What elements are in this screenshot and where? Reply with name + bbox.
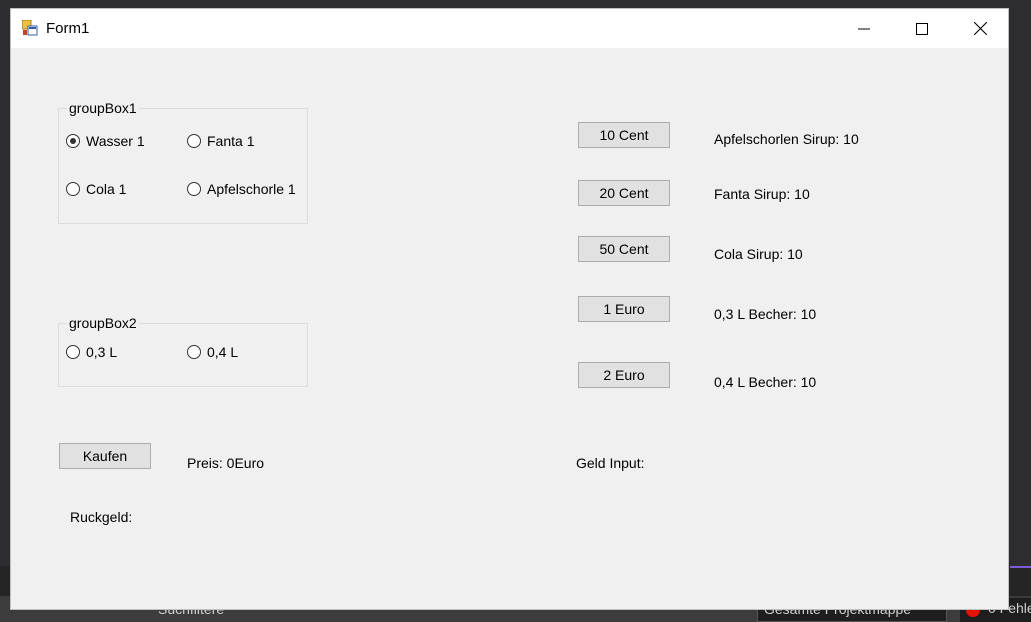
radio-cola[interactable]: Cola 1 bbox=[66, 181, 126, 197]
preis-label: Preis: 0Euro bbox=[187, 455, 265, 471]
radio-0-4-l[interactable]: 0,4 L bbox=[187, 344, 238, 360]
maximize-icon bbox=[916, 22, 928, 35]
window-title: Form1 bbox=[46, 20, 90, 37]
radio-0-3-l[interactable]: 0,3 L bbox=[66, 344, 117, 360]
radio-0-4-l-label: 0,4 L bbox=[207, 344, 239, 360]
ide-accent-line bbox=[1010, 566, 1031, 568]
coin-10-cent-button[interactable]: 10 Cent bbox=[578, 122, 670, 148]
radio-0-3-l-label: 0,3 L bbox=[86, 344, 118, 360]
radio-wasser[interactable]: Wasser 1 bbox=[66, 133, 145, 149]
radio-checked-indicator bbox=[66, 134, 80, 148]
ruckgeld-label: Ruckgeld: bbox=[70, 509, 133, 525]
radio-indicator bbox=[187, 182, 201, 196]
form-window: Form1 groupBox1 Wasser 1 Fanta 1 Cola 1 … bbox=[10, 8, 1009, 610]
groupbox1-title: groupBox1 bbox=[67, 100, 139, 116]
geld-input-label: Geld Input: bbox=[576, 455, 645, 471]
size-groupbox: groupBox2 0,3 L 0,4 L bbox=[58, 315, 308, 387]
title-bar[interactable]: Form1 bbox=[11, 9, 1008, 48]
radio-fanta[interactable]: Fanta 1 bbox=[187, 133, 254, 149]
stock-apfelschorle-label: Apfelschorlen Sirup: 10 bbox=[714, 131, 859, 147]
stock-cup-0-3-label: 0,3 L Becher: 10 bbox=[714, 306, 817, 322]
close-icon bbox=[973, 22, 987, 35]
radio-wasser-label: Wasser 1 bbox=[86, 133, 145, 149]
coin-20-cent-button[interactable]: 20 Cent bbox=[578, 180, 670, 206]
drink-groupbox: groupBox1 Wasser 1 Fanta 1 Cola 1 Apfels… bbox=[58, 100, 308, 224]
radio-cola-label: Cola 1 bbox=[86, 181, 127, 197]
coin-2-euro-button[interactable]: 2 Euro bbox=[578, 362, 670, 388]
stock-fanta-label: Fanta Sirup: 10 bbox=[714, 186, 810, 202]
app-icon bbox=[22, 20, 38, 36]
minimize-icon bbox=[858, 28, 870, 29]
kaufen-button[interactable]: Kaufen bbox=[59, 443, 151, 469]
radio-indicator bbox=[187, 134, 201, 148]
radio-apfelschorle-label: Apfelschorle 1 bbox=[207, 181, 296, 197]
radio-fanta-label: Fanta 1 bbox=[207, 133, 255, 149]
close-button[interactable] bbox=[957, 9, 1003, 48]
maximize-button[interactable] bbox=[899, 9, 945, 48]
radio-apfelschorle[interactable]: Apfelschorle 1 bbox=[187, 181, 296, 197]
stock-cup-0-4-label: 0,4 L Becher: 10 bbox=[714, 374, 817, 390]
minimize-button[interactable] bbox=[841, 9, 887, 48]
radio-indicator bbox=[187, 345, 201, 359]
radio-indicator bbox=[66, 182, 80, 196]
stock-cola-label: Cola Sirup: 10 bbox=[714, 246, 803, 262]
coin-1-euro-button[interactable]: 1 Euro bbox=[578, 296, 670, 322]
radio-indicator bbox=[66, 345, 80, 359]
groupbox2-title: groupBox2 bbox=[67, 315, 139, 331]
coin-50-cent-button[interactable]: 50 Cent bbox=[578, 236, 670, 262]
